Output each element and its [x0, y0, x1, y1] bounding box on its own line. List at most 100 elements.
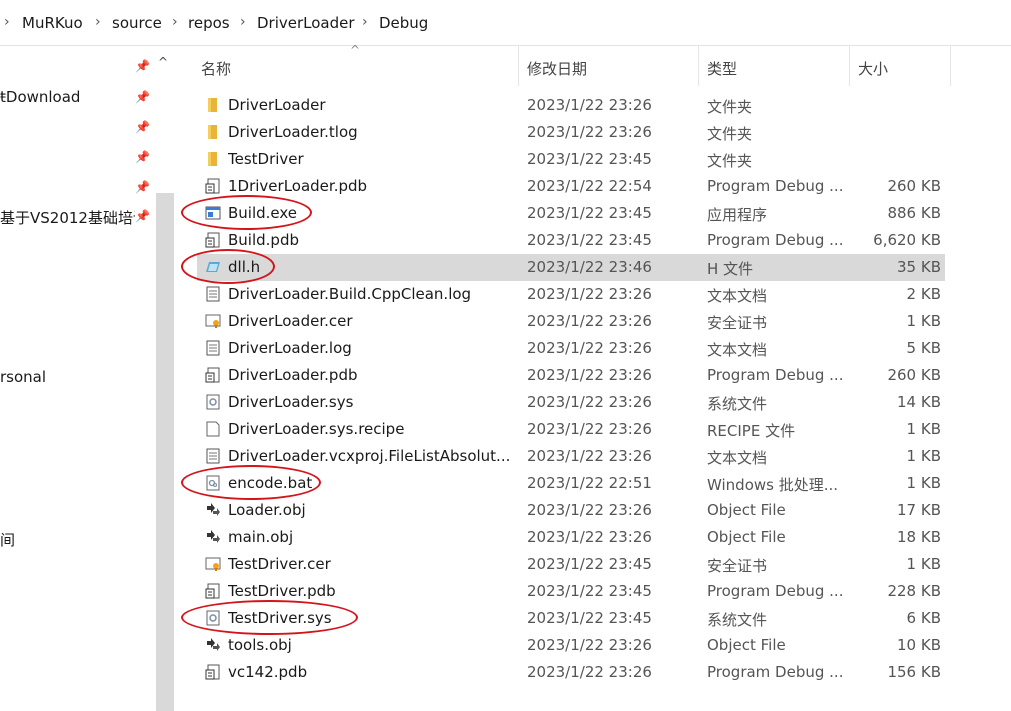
- chevron-right-icon[interactable]: ›: [240, 14, 246, 30]
- column-divider[interactable]: [849, 46, 850, 86]
- pdb-icon: [205, 367, 221, 383]
- file-row[interactable]: DriverLoader.vcxproj.FileListAbsolut... 2…: [197, 443, 945, 470]
- file-row[interactable]: encode.bat 2023/1/22 22:51 Windows 批处理... 1…: [181, 465, 945, 500]
- file-row[interactable]: TestDriver.pdb 2023/1/22 23:45 Program Deb…: [197, 578, 945, 605]
- file-row[interactable]: Build.pdb 2023/1/22 23:45 Program Debug ..…: [197, 227, 945, 254]
- column-divider[interactable]: [950, 46, 951, 86]
- file-name: tools.obj: [228, 636, 292, 654]
- sidebar-item-download[interactable]: ŧDownload: [0, 88, 80, 106]
- column-header-name[interactable]: 名称: [201, 58, 231, 79]
- file-size: 17 KB: [897, 501, 941, 519]
- file-type: 文本文档: [707, 449, 768, 467]
- file-name: DriverLoader: [228, 96, 326, 114]
- system-file-icon: [205, 610, 221, 626]
- file-type: Object File: [707, 636, 786, 654]
- scroll-up-arrow-icon[interactable]: ^: [158, 55, 168, 69]
- file-row[interactable]: main.obj 2023/1/22 23:26 Object File 18 KB: [197, 524, 945, 551]
- file-row[interactable]: DriverLoader.tlog 2023/1/22 23:26 文件夹: [197, 119, 945, 146]
- pdb-icon: [205, 583, 221, 599]
- sidebar-item-training[interactable]: 基于VS2012基础培训: [0, 207, 135, 228]
- file-date: 2023/1/22 23:45: [527, 204, 652, 222]
- breadcrumb-item-source[interactable]: source: [112, 14, 162, 32]
- sidebar-item-label: rsonal: [0, 368, 47, 386]
- file-name: Build.exe: [228, 204, 298, 222]
- sidebar-item-label: Download: [5, 88, 81, 106]
- file-row[interactable]: DriverLoader.sys.recipe 2023/1/22 23:26 RE…: [197, 416, 945, 443]
- file-size: 1 KB: [906, 312, 941, 330]
- pdb-icon: [205, 664, 221, 680]
- file-date: 2023/1/22 22:54: [527, 177, 652, 195]
- folder-icon: [205, 124, 221, 140]
- column-header-date[interactable]: 修改日期: [527, 58, 587, 79]
- file-name: main.obj: [228, 528, 294, 546]
- file-date: 2023/1/22 23:26: [527, 420, 652, 438]
- column-header-size[interactable]: 大小: [858, 58, 888, 79]
- sidebar-item-space[interactable]: 间: [0, 529, 15, 550]
- file-type: Object File: [707, 528, 786, 546]
- file-date: 2023/1/22 23:26: [527, 663, 652, 681]
- file-date: 2023/1/22 23:45: [527, 555, 652, 573]
- file-date: 2023/1/22 23:26: [527, 366, 652, 384]
- file-size: 228 KB: [887, 582, 941, 600]
- pin-icon: 📌: [135, 90, 150, 104]
- column-header-type[interactable]: 类型: [707, 58, 737, 79]
- file-date: 2023/1/22 23:26: [527, 501, 652, 519]
- file-type: Program Debug ...: [707, 231, 842, 249]
- column-divider[interactable]: [698, 46, 699, 86]
- file-row[interactable]: DriverLoader.pdb 2023/1/22 23:26 Program D…: [197, 362, 945, 389]
- file-row[interactable]: tools.obj 2023/1/22 23:26 Object File 10 KB: [197, 632, 945, 659]
- file-name: encode.bat: [228, 474, 313, 492]
- sidebar-item-personal[interactable]: rsonal: [0, 368, 46, 386]
- file-size: 10 KB: [897, 636, 941, 654]
- system-file-icon: [205, 394, 221, 410]
- file-row[interactable]: DriverLoader.log 2023/1/22 23:26 文本文档 5 KB: [197, 335, 945, 362]
- column-divider[interactable]: [518, 46, 519, 86]
- file-name: DriverLoader.vcxproj.FileListAbsolut...: [228, 447, 511, 465]
- breadcrumb-item-repos[interactable]: repos: [188, 14, 230, 32]
- file-name: Loader.obj: [228, 501, 306, 519]
- file-row[interactable]: 1DriverLoader.pdb 2023/1/22 22:54 Program …: [197, 173, 945, 200]
- sort-ascending-icon: ^: [350, 43, 361, 57]
- file-type: 应用程序: [707, 206, 768, 224]
- file-row[interactable]: DriverLoader.cer 2023/1/22 23:26 安全证书 1 KB: [197, 308, 945, 335]
- file-row[interactable]: TestDriver.cer 2023/1/22 23:45 安全证书 1 KB: [197, 551, 945, 578]
- file-date: 2023/1/22 23:26: [527, 528, 652, 546]
- file-name: DriverLoader.cer: [228, 312, 353, 330]
- file-date: 2023/1/22 22:51: [527, 474, 652, 492]
- file-type: Program Debug ...: [707, 177, 842, 195]
- file-type: RECIPE 文件: [707, 422, 796, 440]
- file-size: 35 KB: [897, 258, 941, 276]
- breadcrumb-item-debug[interactable]: Debug: [379, 14, 428, 32]
- file-row[interactable]: vc142.pdb 2023/1/22 23:26 Program Debug ..…: [197, 659, 945, 686]
- file-row[interactable]: DriverLoader 2023/1/22 23:26 文件夹: [197, 92, 945, 119]
- chevron-right-icon[interactable]: ›: [172, 14, 178, 30]
- sidebar-scrollbar[interactable]: [156, 193, 174, 711]
- file-row[interactable]: dll.h 2023/1/22 23:46 H 文件 35 KB: [181, 249, 945, 284]
- file-date: 2023/1/22 23:45: [527, 582, 652, 600]
- chevron-right-icon[interactable]: ›: [4, 14, 10, 30]
- file-name: vc142.pdb: [228, 663, 308, 681]
- breadcrumb-item-driverloader[interactable]: DriverLoader: [257, 14, 355, 32]
- file-type: 系统文件: [707, 395, 768, 413]
- file-type: 文本文档: [707, 341, 768, 359]
- file-size: 5 KB: [906, 339, 941, 357]
- file-row[interactable]: Build.exe 2023/1/22 23:45 应用程序 886 KB: [181, 195, 945, 230]
- chevron-right-icon[interactable]: ›: [95, 14, 101, 30]
- text-file-icon: [205, 286, 221, 302]
- file-type: H 文件: [707, 260, 754, 278]
- file-row[interactable]: TestDriver 2023/1/22 23:45 文件夹: [197, 146, 945, 173]
- file-row[interactable]: TestDriver.sys 2023/1/22 23:45 系统文件 6 KB: [181, 600, 945, 635]
- file-row[interactable]: DriverLoader.Build.CppClean.log 2023/1/22…: [197, 281, 945, 308]
- chevron-right-icon[interactable]: ›: [362, 14, 368, 30]
- file-size: 1 KB: [906, 420, 941, 438]
- file-size: 2 KB: [906, 285, 941, 303]
- breadcrumb-item-user[interactable]: MuRKuo: [22, 14, 83, 32]
- file-type: Program Debug ...: [707, 366, 842, 384]
- navigation-pane: 📌 ŧDownload 📌 📌 📌 📌 基于VS2012基础培训 📌 rsona…: [0, 46, 156, 711]
- file-type: Object File: [707, 501, 786, 519]
- file-row[interactable]: Loader.obj 2023/1/22 23:26 Object File 17 K…: [197, 497, 945, 524]
- file-row[interactable]: DriverLoader.sys 2023/1/22 23:26 系统文件 14 KB: [197, 389, 945, 416]
- file-type: 文本文档: [707, 287, 768, 305]
- file-date: 2023/1/22 23:45: [527, 609, 652, 627]
- pin-icon: 📌: [135, 180, 150, 194]
